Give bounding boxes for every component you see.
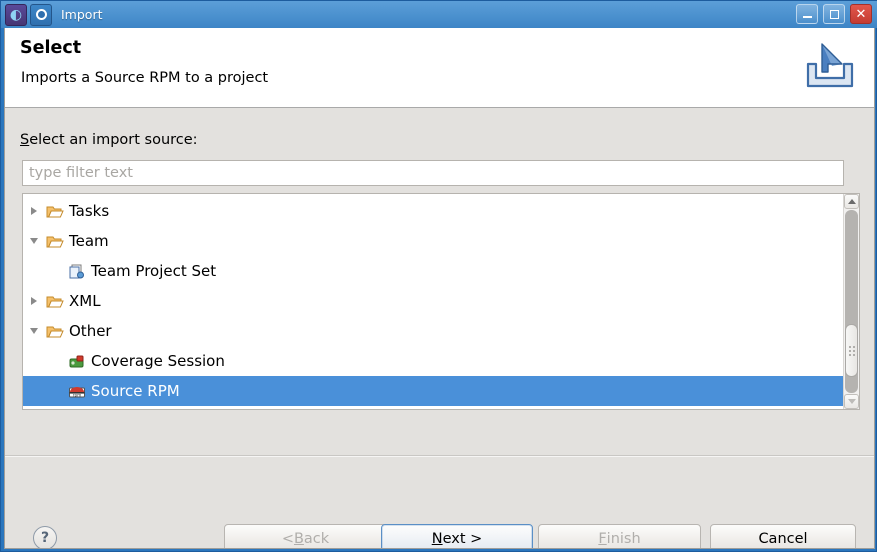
tree-item-label: Other	[69, 321, 112, 340]
tree-item-xml[interactable]: XML	[23, 286, 843, 316]
import-source-tree[interactable]: Tasks Team Team Project Set XML Other Co…	[22, 193, 860, 410]
folder-icon	[45, 322, 65, 340]
maximize-icon[interactable]	[823, 4, 845, 24]
title-bar-icons: ◐	[5, 3, 52, 26]
wizard-page: Select an import source: Tasks	[5, 108, 874, 548]
team-project-set-icon	[67, 262, 87, 280]
tree-item-source-rpm[interactable]: rpm Source RPM	[23, 376, 843, 406]
app-ring-icon[interactable]	[30, 3, 52, 26]
tree-vertical-scrollbar[interactable]	[843, 194, 859, 409]
finish-button-mnemonic: F	[598, 531, 607, 547]
tree-item-label: Source RPM	[91, 381, 180, 400]
next-button-mnemonic: N	[431, 531, 443, 547]
tree-rows: Tasks Team Team Project Set XML Other Co…	[23, 194, 843, 409]
import-source-label: Select an import source:	[20, 132, 198, 148]
back-button-prefix: <	[281, 531, 294, 547]
tree-item-tasks[interactable]: Tasks	[23, 196, 843, 226]
back-button[interactable]: < Back	[224, 524, 387, 548]
page-description: Imports a Source RPM to a project	[21, 70, 269, 86]
import-dialog-window: ◐ Import ✕ Select Imports a Source RPM t…	[0, 0, 877, 552]
scrollbar-grip	[848, 345, 855, 356]
eclipse-glyph: ◐	[9, 6, 23, 23]
tree-item-label: Team	[69, 231, 109, 250]
chevron-down-icon[interactable]	[23, 328, 45, 334]
import-source-label-rest: elect an import source:	[29, 132, 198, 148]
tree-item-label: Team Project Set	[91, 261, 217, 280]
cancel-button[interactable]: Cancel	[710, 524, 856, 548]
import-source-label-mnemonic: S	[20, 132, 30, 148]
next-button[interactable]: Next >	[381, 524, 533, 548]
filter-input[interactable]	[22, 160, 844, 186]
wizard-banner: Select Imports a Source RPM to a project	[5, 28, 874, 108]
chevron-right-icon[interactable]	[23, 207, 45, 215]
folder-icon	[45, 232, 65, 250]
close-icon[interactable]: ✕	[850, 4, 872, 24]
source-rpm-icon: rpm	[67, 382, 87, 400]
scrollbar-thumb[interactable]	[845, 324, 858, 377]
chevron-down-icon[interactable]	[23, 238, 45, 244]
scroll-down-icon[interactable]	[844, 394, 859, 409]
title-bar[interactable]: ◐ Import ✕	[1, 1, 877, 28]
eclipse-icon[interactable]: ◐	[5, 3, 27, 26]
tree-item-other[interactable]: Other	[23, 316, 843, 346]
folder-icon	[45, 202, 65, 220]
scroll-up-icon[interactable]	[844, 194, 859, 209]
minimize-icon[interactable]	[796, 4, 818, 24]
svg-text:rpm: rpm	[73, 392, 81, 397]
page-title: Select	[20, 38, 82, 58]
chevron-right-icon[interactable]	[23, 297, 45, 305]
maximize-glyph	[829, 9, 839, 19]
help-button[interactable]: ?	[33, 526, 57, 548]
ring-glyph	[35, 9, 47, 20]
coverage-session-icon	[67, 352, 87, 370]
tree-item-label: XML	[69, 291, 101, 310]
folder-icon	[45, 292, 65, 310]
finish-button-suffix: inish	[606, 531, 641, 547]
button-bar-separator	[5, 455, 874, 457]
window-title: Import	[61, 7, 103, 22]
import-tray-icon	[798, 36, 862, 98]
tree-item-team[interactable]: Team	[23, 226, 843, 256]
next-button-suffix: ext >	[442, 531, 483, 547]
tree-item-label: Coverage Session	[91, 351, 225, 370]
close-glyph: ✕	[855, 6, 867, 22]
dialog-client-area: Select Imports a Source RPM to a project…	[4, 28, 875, 549]
minimize-glyph	[802, 16, 812, 18]
tree-item-label: Tasks	[69, 201, 110, 220]
tree-item-team-project-set[interactable]: Team Project Set	[23, 256, 843, 286]
window-controls: ✕	[796, 4, 872, 24]
back-button-mnemonic: B	[293, 531, 304, 547]
back-button-suffix: ack	[303, 531, 330, 547]
tree-item-coverage-session[interactable]: Coverage Session	[23, 346, 843, 376]
finish-button[interactable]: Finish	[538, 524, 701, 548]
